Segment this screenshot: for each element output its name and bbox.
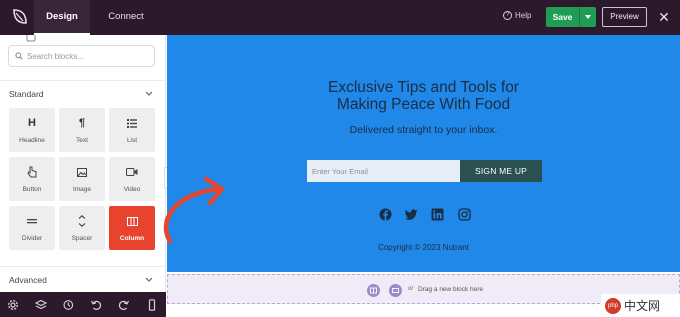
block-label: Image [72,186,92,193]
headline-line-2[interactable]: Making Peace With Food [167,96,680,114]
help-icon: ? [503,11,512,20]
block-divider[interactable]: Divider [9,206,55,250]
section-title-advanced[interactable]: Advanced [9,275,47,285]
twitter-icon[interactable] [405,208,418,221]
save-options-chevron-down-icon[interactable] [579,7,596,27]
divider [0,80,165,81]
help-button[interactable]: ? Help [503,11,531,20]
optin-hero-section[interactable]: Exclusive Tips and Tools for Making Peac… [167,35,680,272]
block-label: Button [22,186,42,193]
block-image[interactable]: Image [59,157,105,201]
drop-zone-text: Drag a new block here [418,286,484,293]
top-bar: Design Connect ? Help Save Preview ✕ [0,0,680,35]
watermark-text: 中文网 [624,299,661,313]
list-icon [109,116,155,130]
bottom-toolbar [0,292,166,317]
columns-icon [370,287,377,294]
save-button[interactable]: Save [546,7,579,27]
block-list[interactable]: List [109,108,155,152]
drop-zone-or: or [408,286,414,292]
block-button[interactable]: Button [9,157,55,201]
php-logo-icon: php [605,297,621,314]
tab-design[interactable]: Design [34,0,90,35]
settings-icon[interactable] [7,299,19,311]
email-field[interactable] [307,160,460,182]
blocks-sidebar: Standard H Headline ¶ Text List Button I… [0,35,166,292]
block-label: Headline [19,137,45,144]
block-label: Spacer [71,235,93,242]
annotation-arrow-icon [163,176,225,244]
partial-block-icon [26,35,36,42]
pointer-icon [9,165,55,179]
section-title-standard[interactable]: Standard [9,89,44,99]
block-spacer[interactable]: Spacer [59,206,105,250]
block-label: Divider [21,235,43,242]
block-label: Text [76,137,88,144]
history-icon[interactable] [62,299,74,311]
seedprod-logo-icon[interactable] [6,5,32,29]
undo-icon[interactable] [90,299,102,311]
image-icon [59,165,105,179]
block-label: List [126,137,138,144]
mobile-preview-icon[interactable] [146,299,158,311]
watermark: php 中文网 [601,294,680,317]
paragraph-icon: ¶ [78,117,86,129]
search-icon [15,52,23,60]
add-section-button[interactable] [367,284,380,297]
subheadline[interactable]: Delivered straight to your inbox. [167,124,680,136]
search-input[interactable] [27,51,147,61]
headline-icon: H [28,117,36,129]
block-column[interactable]: Column [109,206,155,250]
chevron-down-icon[interactable] [145,277,153,283]
search-field[interactable] [8,45,155,67]
block-label: Video [123,186,141,193]
divider [0,266,165,267]
instagram-icon[interactable] [458,208,471,221]
sign-me-up-button[interactable]: SIGN ME UP [460,160,542,182]
block-label: Column [119,235,145,242]
block-headline[interactable]: H Headline [9,108,55,152]
redo-icon[interactable] [118,299,130,311]
headline-line-1[interactable]: Exclusive Tips and Tools for [167,79,680,97]
chevron-down-icon[interactable] [145,91,153,97]
columns-icon [109,214,155,228]
block-video[interactable]: Video [109,157,155,201]
close-icon[interactable]: ✕ [657,8,671,26]
linkedin-icon[interactable] [431,208,444,221]
block-text[interactable]: ¶ Text [59,108,105,152]
spacer-icon [59,214,105,228]
copyright-text[interactable]: Copyright © 2023 Nutrant [167,243,680,252]
help-label: Help [515,11,532,20]
tab-connect[interactable]: Connect [100,0,152,35]
facebook-icon[interactable] [379,208,392,221]
layers-icon[interactable] [35,299,47,311]
add-row-button[interactable] [389,284,402,297]
row-icon [392,288,399,293]
preview-button[interactable]: Preview [602,7,647,27]
divider-icon [9,214,55,228]
video-icon [109,165,155,179]
